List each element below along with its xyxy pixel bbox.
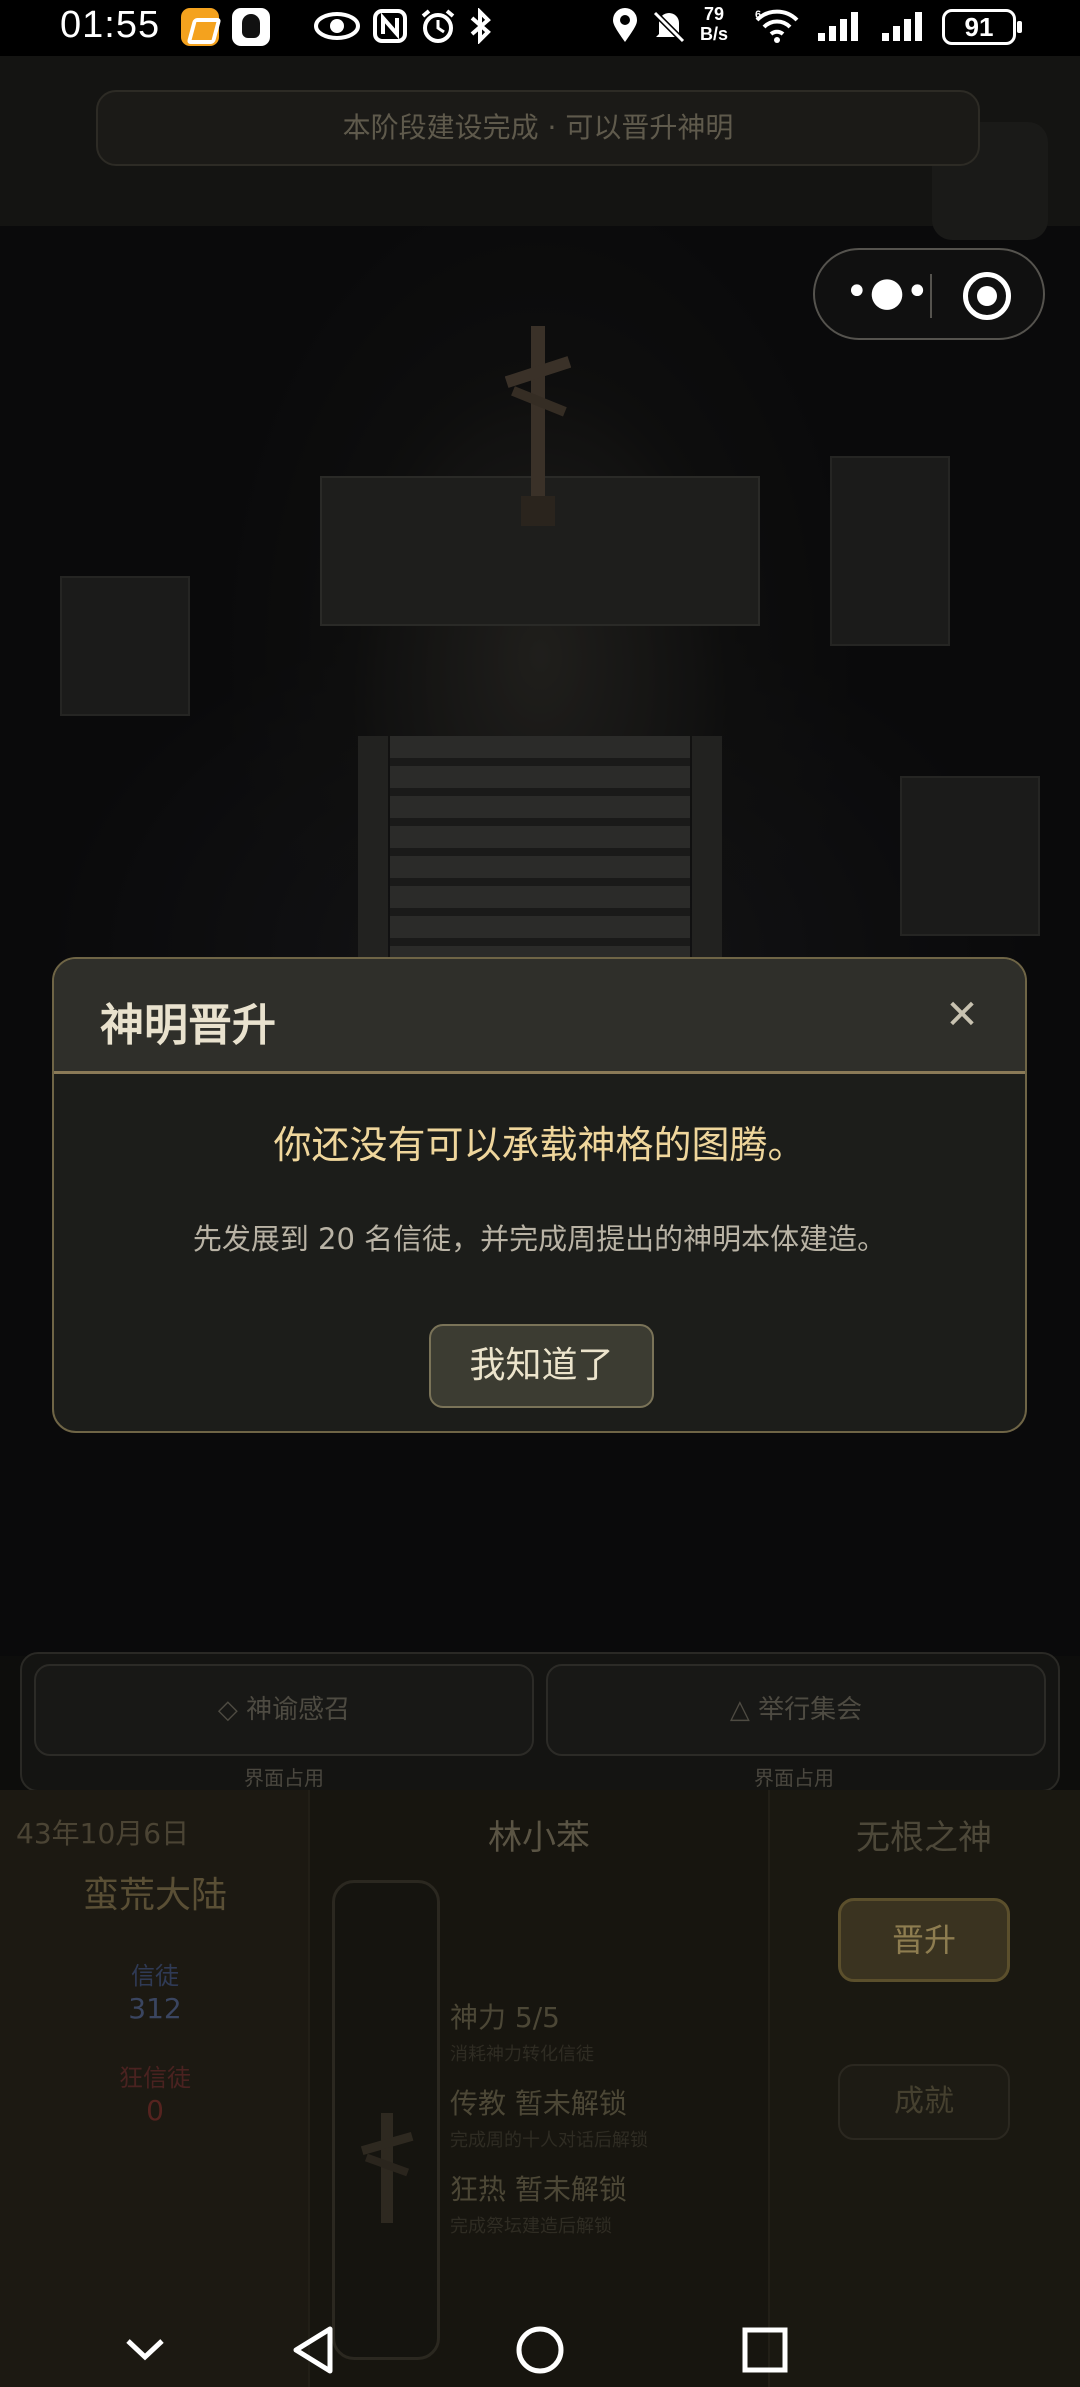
- fervor-status: 狂热 暂未解锁: [450, 2173, 627, 2206]
- promote-button[interactable]: 晋升: [838, 1898, 1010, 1982]
- signal-2-icon: [878, 6, 928, 46]
- close-miniprogram-icon[interactable]: [963, 272, 1011, 320]
- battery-indicator: 91: [942, 9, 1022, 45]
- confirm-button[interactable]: 我知道了: [429, 1324, 654, 1408]
- dialog-description: 先发展到 20 名信徒，并完成周提出的神明本体建造。: [192, 1222, 887, 1256]
- location-icon: [608, 6, 642, 46]
- capsule-divider: [930, 274, 932, 318]
- ruin-stone: [830, 456, 950, 646]
- gathering-caption: 界面占用: [754, 1766, 834, 1790]
- eye-icon: [312, 6, 362, 46]
- oracle-summon-button[interactable]: ◇ 神谕感召: [34, 1664, 534, 1756]
- divine-power-desc: 消耗神力转化信徒: [450, 2044, 594, 2065]
- world-info: 43年10月6日 蛮荒大陆 信徒 312 狂信徒 0: [0, 1790, 310, 2387]
- action-strip: ◇ 神谕感召 △ 举行集会 界面占用 界面占用: [20, 1652, 1060, 1792]
- wifi-label: 6: [755, 9, 761, 21]
- back-icon[interactable]: [280, 2315, 350, 2385]
- world-name: 蛮荒大陆: [82, 1875, 227, 1916]
- chevron-down-icon[interactable]: [110, 2315, 180, 2385]
- followers-value: 312: [128, 1992, 182, 2025]
- alarm-icon: [418, 6, 458, 46]
- totem-icon: [360, 2113, 414, 2223]
- dialog-title: 神明晋升: [100, 1000, 276, 1051]
- followers-label: 信徒: [131, 1962, 179, 1990]
- character-name: 林小苯: [488, 1818, 590, 1858]
- dialog-header: 神明晋升 ✕: [54, 959, 1025, 1074]
- system-nav-bar: [0, 2305, 1080, 2387]
- game-date: 43年10月6日: [16, 1817, 190, 1850]
- close-icon[interactable]: ✕: [942, 995, 982, 1035]
- more-options-icon[interactable]: •●•: [845, 272, 929, 316]
- network-speed-unit: B/s: [700, 24, 729, 44]
- bluetooth-icon: [466, 6, 496, 46]
- status-bar: 01:55 79 B/s 6 91: [0, 0, 1080, 56]
- divine-power: 神力 5/5: [450, 2001, 560, 2034]
- wifi-icon: 6: [752, 6, 802, 46]
- status-panel: 43年10月6日 蛮荒大陆 信徒 312 狂信徒 0 林小苯 神力 5/5 消耗…: [0, 1790, 1080, 2387]
- totem-slot[interactable]: [332, 1880, 440, 2360]
- app-notification-icon: [181, 8, 219, 46]
- nfc-icon: [370, 6, 410, 46]
- fervor-desc: 完成祭坛建造后解锁: [450, 2216, 612, 2237]
- achievement-button[interactable]: 成就: [838, 2064, 1010, 2140]
- wooden-totem-icon: [505, 326, 571, 526]
- ruin-stone: [60, 576, 190, 716]
- qq-notification-icon: [232, 8, 270, 46]
- mute-bell-icon: [650, 6, 688, 46]
- zealots-value: 0: [146, 2094, 164, 2127]
- ruin-stone: [900, 776, 1040, 936]
- miniprogram-capsule: •●•: [813, 248, 1045, 340]
- status-time: 01:55: [60, 4, 161, 46]
- network-speed: 79 B/s: [700, 4, 728, 44]
- oracle-caption: 界面占用: [244, 1766, 324, 1790]
- signal-1-icon: [814, 6, 864, 46]
- home-icon[interactable]: [505, 2315, 575, 2385]
- promotion-dialog: 神明晋升 ✕ 你还没有可以承载神格的图腾。 先发展到 20 名信徒，并完成周提出…: [52, 957, 1027, 1433]
- hold-gathering-button[interactable]: △ 举行集会: [546, 1664, 1046, 1756]
- recents-icon[interactable]: [730, 2315, 800, 2385]
- god-title: 无根之神: [856, 1818, 992, 1858]
- network-speed-value: 79: [703, 4, 725, 24]
- preach-desc: 完成周的十人对话后解锁: [450, 2130, 648, 2151]
- dialog-message: 你还没有可以承载神格的图腾。: [273, 1123, 806, 1167]
- preach-status: 传教 暂未解锁: [450, 2087, 627, 2120]
- zealots-label: 狂信徒: [119, 2064, 191, 2092]
- stage-notice: 本阶段建设完成 · 可以晋升神明: [96, 90, 980, 166]
